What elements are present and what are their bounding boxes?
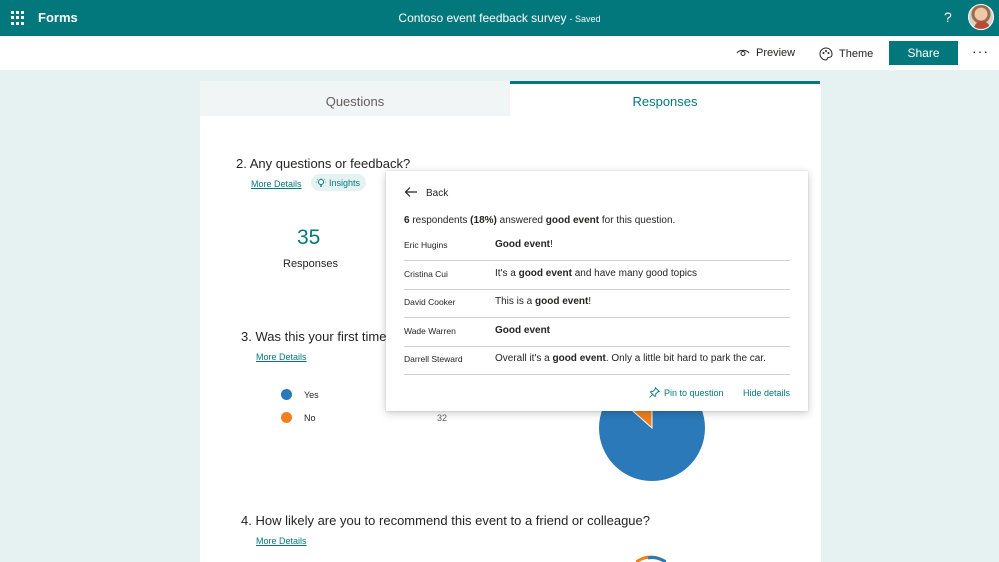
respondent-name: Darrell Steward (404, 354, 463, 364)
back-button[interactable]: Back (404, 185, 448, 199)
legend-no-swatch (281, 412, 292, 423)
legend-yes-swatch (281, 389, 292, 400)
pin-to-question-button[interactable]: Pin to question (649, 387, 724, 398)
response-row: Wade Warren Good event (404, 318, 790, 347)
tab-questions[interactable]: Questions (200, 81, 510, 116)
summary-percent: (18%) (470, 215, 497, 226)
pin-icon (649, 387, 660, 398)
question-3-more-details-link[interactable]: More Details (256, 352, 307, 362)
popup-pointer (374, 176, 386, 188)
response-count-label: Responses (283, 258, 339, 270)
response-text: Overall it's a good event. Only a little… (495, 353, 766, 364)
response-row: Darrell Steward Overall it's a good even… (404, 346, 790, 375)
preview-label: Preview (756, 47, 796, 59)
summary-text-1: respondents (409, 215, 471, 226)
pin-label: Pin to question (664, 387, 724, 398)
response-text: It's a good event and have many good top… (495, 268, 698, 279)
response-row: Eric Hugins Good event! (404, 232, 790, 261)
share-button[interactable]: Share (889, 41, 958, 65)
question-2-title: 2. Any questions or feedback? (236, 156, 411, 171)
more-options-icon[interactable]: ··· (972, 43, 989, 59)
command-bar: Preview Theme (0, 36, 999, 70)
question-4-title: 4. How likely are you to recommend this … (241, 513, 650, 528)
insights-button[interactable]: Insights (311, 174, 367, 191)
insights-label: Insights (329, 177, 361, 188)
help-icon[interactable]: ? (944, 9, 952, 25)
lightbulb-icon (316, 177, 326, 187)
question-3-title: 3. Was this your first time (241, 329, 387, 344)
preview-button[interactable]: Preview (736, 47, 795, 59)
respondent-name: David Cooker (404, 297, 456, 307)
back-label: Back (426, 188, 449, 199)
respondent-name: Cristina Cui (404, 269, 448, 279)
legend-no-label: No (304, 413, 316, 423)
palette-icon (819, 47, 833, 61)
legend-no-count: 32 (437, 413, 448, 423)
response-text: Good event (495, 325, 551, 336)
summary-keyword: good event (545, 215, 600, 226)
saved-status: - Saved (569, 14, 601, 24)
document-title-text: Contoso event feedback survey (398, 11, 567, 25)
response-text: Good event! (495, 239, 553, 250)
eye-icon (736, 49, 750, 56)
legend-yes-label: Yes (304, 390, 319, 400)
summary-text-2: answered (496, 215, 546, 226)
respondent-name: Eric Hugins (404, 240, 448, 250)
document-title: Contoso event feedback survey - Saved (0, 11, 999, 25)
theme-label: Theme (839, 48, 874, 60)
theme-button[interactable]: Theme (819, 47, 873, 61)
respondent-name: Wade Warren (404, 326, 456, 336)
app-header: Forms Contoso event feedback survey - Sav… (0, 0, 999, 36)
user-avatar[interactable] (968, 4, 994, 30)
response-row: Cristina Cui It's a good event and have … (404, 261, 790, 290)
question-2-more-details-link[interactable]: More Details (251, 179, 302, 189)
insights-summary: 6 respondents (18%) answered good event … (404, 215, 675, 226)
hide-details-link[interactable]: Hide details (743, 388, 790, 398)
question-4-chart-top (636, 555, 666, 562)
summary-text-3: for this question. (599, 215, 676, 226)
response-text: This is a good event! (495, 296, 592, 307)
response-count: 35 (297, 226, 321, 249)
question-4-more-details-link[interactable]: More Details (256, 536, 307, 546)
tab-responses[interactable]: Responses (510, 81, 820, 116)
response-row: David Cooker This is a good event! (404, 289, 790, 318)
arrow-left-icon (404, 187, 417, 197)
